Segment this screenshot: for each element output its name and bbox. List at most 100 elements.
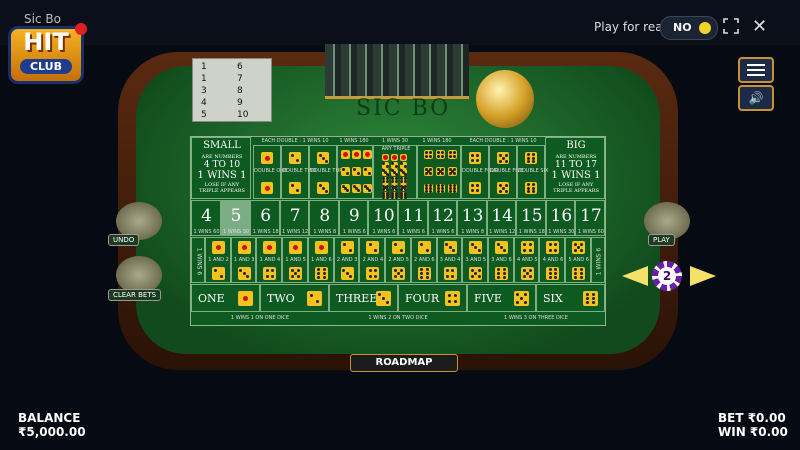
pip [368, 189, 372, 193]
bet-total-7[interactable]: 7 1 WINS 12 [279, 200, 310, 236]
single-payout-label: 1 WINS 3 ON THREE DICE [504, 315, 568, 321]
bet-double-3[interactable]: DOUBLE THREE [309, 145, 349, 199]
die-3-icon [382, 169, 389, 177]
bet-combo-1-4[interactable]: 1 AND 4 [256, 237, 283, 283]
double-label: DOUBLE FOUR [462, 168, 499, 174]
bet-single-1[interactable]: ONE [191, 284, 260, 312]
pip [477, 249, 481, 253]
die-4-icon [469, 152, 481, 164]
bet-total-14[interactable]: 14 1 WINS 12 [486, 200, 517, 236]
bet-combo-3-6[interactable]: 3 AND 6 [488, 237, 514, 283]
pip [419, 268, 423, 272]
pip [548, 243, 552, 247]
die-3-icon [400, 169, 407, 177]
pip [321, 156, 325, 160]
wins-30-label: 1 WINS 30 [381, 138, 409, 144]
bet-double-6[interactable]: DOUBLE SIX [517, 145, 548, 199]
pip [502, 272, 506, 275]
pip [441, 172, 445, 176]
die-4-icon [424, 150, 433, 159]
bet-total-10[interactable]: 10 1 WINS 6 [368, 200, 398, 236]
pip [520, 297, 523, 300]
bet-total-17[interactable]: 17 1 WINS 60 [575, 200, 605, 236]
die-5-icon [497, 152, 509, 164]
pip [476, 183, 480, 187]
bet-single-4[interactable]: FOUR [398, 284, 467, 312]
bet-double-5[interactable]: DOUBLE FIVE [489, 145, 523, 199]
bet-combo-2-5[interactable]: 2 AND 5 [385, 237, 411, 283]
bet-combo-1-5[interactable]: 1 AND 5 [282, 237, 308, 283]
bet-combo-1-6[interactable]: 1 AND 6 [307, 237, 334, 283]
die-6-icon [391, 192, 398, 199]
pip [403, 180, 407, 184]
bet-total-8[interactable]: 8 1 WINS 8 [309, 200, 339, 236]
bet-specific-triples-left[interactable] [337, 145, 373, 199]
bet-combo-1-3[interactable]: 1 AND 3 [230, 237, 257, 283]
bet-double-1[interactable]: DOUBLE ONE [253, 145, 287, 199]
pip [385, 165, 389, 169]
bet-combo-2-3[interactable]: 2 AND 3 [333, 237, 360, 283]
roadmap-button[interactable]: ROADMAP [350, 354, 458, 372]
sound-icon[interactable]: 🔊 [738, 85, 774, 111]
bet-total-5[interactable]: 5 1 WINS 30 [220, 200, 251, 236]
combo-label: 3 AND 4 [439, 257, 461, 263]
pip [403, 188, 407, 192]
chip-prev-arrow-icon[interactable] [622, 266, 648, 286]
combo-label: 1 AND 2 [208, 257, 229, 263]
die-4-icon [436, 150, 445, 159]
balance-value: ₹5,000.00 [18, 425, 86, 439]
bet-total-12[interactable]: 12 1 WINS 6 [427, 200, 458, 236]
bet-combo-2-6[interactable]: 2 AND 6 [410, 237, 437, 283]
close-button[interactable]: ✕ [752, 16, 767, 37]
chip-next-arrow-icon[interactable] [690, 266, 716, 286]
bet-single-6[interactable]: SIX [536, 284, 605, 312]
bet-total-11[interactable]: 11 1 WINS 6 [397, 200, 428, 236]
bet-combo-3-5[interactable]: 3 AND 5 [462, 237, 489, 283]
fullscreen-icon[interactable] [723, 18, 739, 34]
bet-any-triple[interactable]: ANY TRIPLE [373, 145, 417, 199]
pip [318, 245, 324, 250]
pip [554, 272, 558, 275]
pip [290, 183, 294, 187]
bet-total-16[interactable]: 16 1 WINS 30 [545, 200, 576, 236]
play-for-real-toggle[interactable]: NO [660, 16, 718, 40]
bet-combo-4-6[interactable]: 4 AND 6 [539, 237, 566, 283]
bet-combo-4-5[interactable]: 4 AND 5 [513, 237, 540, 283]
bet-combo-1-2[interactable]: 1 AND 2 [205, 237, 231, 283]
bet-combo-2-4[interactable]: 2 AND 4 [359, 237, 386, 283]
bet-total-15[interactable]: 15 1 WINS 18 [516, 200, 546, 236]
bet-double-4[interactable]: DOUBLE FOUR [461, 145, 499, 199]
menu-button[interactable] [738, 57, 774, 83]
bet-big[interactable]: BIG ARE NUMBERS 11 TO 17 1 WINS 1 LOSE IF AN… [545, 137, 605, 199]
pip [592, 301, 596, 305]
pip [437, 154, 441, 158]
pip [451, 249, 455, 253]
pip [324, 189, 328, 193]
die-4-icon [448, 150, 457, 159]
bet-combo-5-6[interactable]: 5 AND 6 [565, 237, 591, 283]
bet-double-2[interactable]: DOUBLE TWO [281, 145, 316, 199]
pip [554, 248, 558, 252]
pip [449, 189, 453, 193]
bet-total-9[interactable]: 9 1 WINS 6 [338, 200, 369, 236]
selected-chip[interactable]: 2 [652, 261, 682, 291]
bet-total-6[interactable]: 6 1 WINS 18 [250, 200, 280, 236]
die-1-icon [263, 241, 277, 254]
bet-specific-triples-right[interactable] [417, 145, 461, 199]
pip [548, 272, 552, 275]
combo-payout-label: 1 WINS 6 [195, 247, 203, 276]
pip [477, 275, 481, 279]
bet-total-4[interactable]: 4 1 WINS 60 [191, 200, 221, 236]
pip [498, 159, 502, 163]
pip [400, 268, 404, 272]
single-label: THREE [336, 292, 378, 305]
bet-single-3[interactable]: THREE [329, 284, 398, 312]
bet-single-5[interactable]: FIVE [467, 284, 536, 312]
bet-small[interactable]: SMALL ARE NUMBERS 4 TO 10 1 WINS 1 LOSE IF A… [191, 137, 251, 199]
bet-combo-3-4[interactable]: 3 AND 4 [436, 237, 463, 283]
bet-single-2[interactable]: TWO [260, 284, 329, 312]
pip [394, 188, 398, 192]
history-right-value: 9 [237, 98, 243, 108]
bet-total-13[interactable]: 13 1 WINS 8 [457, 200, 487, 236]
pip [378, 293, 382, 297]
